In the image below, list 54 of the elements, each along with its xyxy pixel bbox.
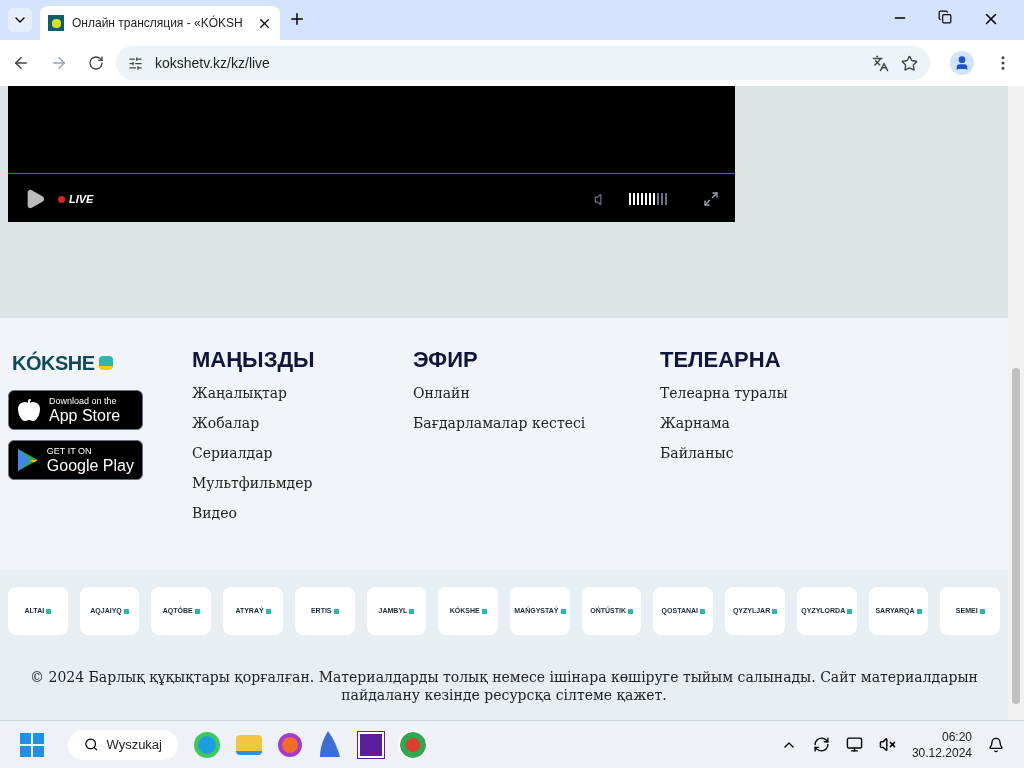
notification-bell-icon[interactable] xyxy=(988,736,1004,753)
logo-mark-icon xyxy=(98,356,113,370)
footer-link[interactable]: Сериалдар xyxy=(192,443,413,473)
footer-heading: ЭФИР xyxy=(413,349,479,371)
footer-link[interactable]: Видео xyxy=(192,503,413,533)
volume-slider[interactable] xyxy=(629,193,667,205)
bookmark-star-icon[interactable] xyxy=(901,54,918,72)
network-icon[interactable] xyxy=(845,736,863,753)
footer-link[interactable]: Байланыс xyxy=(660,443,788,473)
profile-avatar-icon[interactable] xyxy=(950,51,974,75)
footer-link[interactable]: Телеарна туралы xyxy=(660,383,788,413)
folder-icon[interactable] xyxy=(236,734,262,755)
restore-icon[interactable] xyxy=(938,10,952,24)
footer-link[interactable]: Жобалар xyxy=(192,413,413,443)
site-settings-icon[interactable] xyxy=(128,55,143,71)
footer-heading: МАҢЫЗДЫ xyxy=(192,349,316,371)
apple-icon xyxy=(17,398,41,422)
volume-muted-icon[interactable] xyxy=(878,736,896,753)
footer-link[interactable]: Онлайн xyxy=(413,383,660,413)
taskbar-search-field[interactable]: Wyszukaj xyxy=(68,729,178,760)
footer-link[interactable]: Бағдарламалар кестесі xyxy=(413,413,660,443)
live-label: LIVE xyxy=(69,191,94,207)
fullscreen-icon[interactable] xyxy=(703,191,719,207)
back-icon[interactable] xyxy=(12,54,30,72)
translate-icon[interactable] xyxy=(872,54,889,72)
badge-caption: Download on the xyxy=(49,396,118,406)
app-store-badge[interactable]: Download on the App Store xyxy=(8,390,143,430)
footer-link[interactable]: Жаңалықтар xyxy=(192,383,413,413)
play-triangle-icon xyxy=(17,448,39,472)
search-placeholder: Wyszukaj xyxy=(106,735,162,754)
url-text: kokshetv.kz/kz/live xyxy=(155,53,270,73)
new-tab-icon[interactable] xyxy=(288,10,306,28)
clock-date: 30.12.2024 xyxy=(911,744,972,761)
copyright-text: © 2024 Барлық құқықтары қорғалған. Материалдарды толық немесе ішінара көшіруге тыйым салынады. Сайт материалдарын пайдалану кезінде ресурсқа сілтеме қажет. xyxy=(29,668,979,704)
clock-time: 06:20 xyxy=(941,728,972,745)
site-logo[interactable]: KÓKSHE xyxy=(12,348,95,378)
favicon-icon xyxy=(48,15,64,31)
footer-link[interactable]: Жарнама xyxy=(660,413,788,443)
start-windows-icon[interactable] xyxy=(20,732,44,757)
footer-link[interactable]: Мультфильмдер xyxy=(192,473,413,503)
tab-list-button[interactable] xyxy=(8,8,32,32)
badge-title: App Store xyxy=(49,407,121,424)
clock[interactable]: 06:20 30.12.2024 xyxy=(911,728,972,761)
search-icon xyxy=(84,737,99,752)
address-field[interactable]: kokshetv.kz/kz/live xyxy=(116,46,930,80)
browser-tab[interactable]: Онлайн трансляция - «KÓKSH xyxy=(40,6,280,40)
reload-icon[interactable] xyxy=(88,55,104,71)
badge-caption: GET IT ON xyxy=(46,446,93,456)
tab-title: Онлайн трансляция - «KÓKSH xyxy=(72,14,244,32)
footer-heading: ТЕЛЕАРНА xyxy=(660,349,782,371)
sync-icon[interactable] xyxy=(812,736,830,753)
badge-title: Google Play xyxy=(46,457,134,474)
forward-icon[interactable] xyxy=(50,54,68,72)
google-play-badge[interactable]: GET IT ON Google Play xyxy=(8,440,143,480)
